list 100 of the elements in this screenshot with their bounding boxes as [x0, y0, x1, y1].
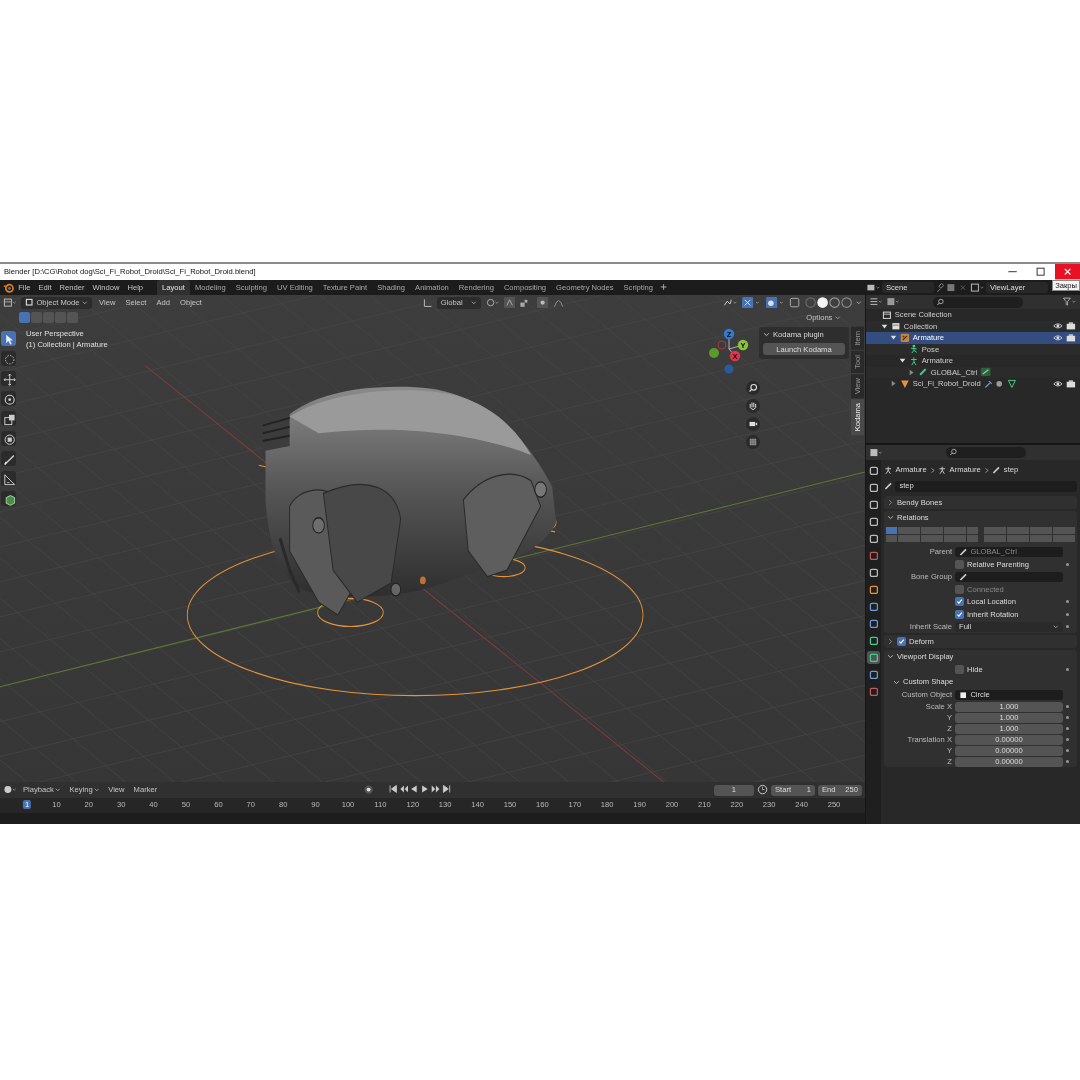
bone-layer-toggle[interactable] — [932, 527, 943, 534]
view-layer-icon[interactable] — [970, 281, 984, 294]
render-camera-icon[interactable] — [1066, 332, 1076, 343]
wrench-icon — [983, 378, 993, 389]
keyframe-dot[interactable] — [1066, 625, 1069, 629]
bone-layer-toggle[interactable] — [995, 534, 1006, 542]
jump-end-icon[interactable] — [441, 784, 452, 795]
editor-type-icon[interactable] — [869, 296, 883, 308]
object-field[interactable] — [955, 571, 1063, 582]
editor-type-icon[interactable] — [3, 296, 17, 309]
keyframe-dot[interactable] — [1066, 716, 1069, 719]
keyframe-dot[interactable] — [1066, 749, 1069, 752]
play-reverse-icon[interactable] — [409, 784, 420, 795]
snap-toggle-icon[interactable] — [504, 296, 516, 309]
editor-type-icon[interactable] — [869, 446, 883, 459]
caret-icon — [93, 787, 100, 793]
xray-toggle-icon[interactable] — [789, 296, 801, 309]
play-icon[interactable] — [420, 784, 430, 795]
search-field[interactable] — [946, 447, 1026, 458]
bone-layer-toggle[interactable] — [886, 527, 897, 534]
separator-icon — [983, 466, 990, 474]
bone-layer-toggle[interactable] — [1029, 534, 1041, 542]
bone-layer-toggle[interactable] — [920, 527, 932, 534]
keyframe-dot[interactable] — [1066, 612, 1069, 616]
bone-layer-toggle[interactable] — [886, 534, 897, 542]
bone-layer-toggle[interactable] — [983, 534, 995, 542]
keyframe-dot[interactable] — [1066, 727, 1069, 730]
checkbox[interactable] — [955, 664, 964, 674]
caret-icon — [856, 299, 862, 306]
eye-icon[interactable] — [1053, 332, 1064, 343]
proportional-edit-icon[interactable] — [537, 296, 549, 309]
render-camera-icon[interactable] — [1066, 321, 1076, 332]
bone-layer-toggle[interactable] — [943, 534, 955, 542]
expand-arrow-icon[interactable] — [890, 334, 897, 342]
bone-layer-toggle[interactable] — [1006, 527, 1018, 534]
preview-range-icon[interactable] — [756, 784, 768, 796]
bone-layer-toggle[interactable] — [897, 527, 909, 534]
field-type-icon — [959, 690, 968, 699]
keyframe-dot[interactable] — [1066, 600, 1069, 604]
bone-layer-toggle[interactable] — [995, 527, 1006, 534]
bone-layer-toggle[interactable] — [955, 534, 966, 542]
bone-layer-toggle[interactable] — [1041, 534, 1052, 542]
bone-layer-toggle[interactable] — [1018, 527, 1029, 534]
search-field[interactable] — [933, 296, 1023, 308]
pivot-icon[interactable] — [484, 296, 501, 309]
bone-icon — [918, 367, 928, 378]
bone-layer-toggle[interactable] — [897, 534, 909, 542]
material-icon — [995, 378, 1004, 389]
pose-icon — [909, 344, 919, 355]
close-button[interactable] — [1054, 264, 1080, 280]
keyframe-dot[interactable] — [1066, 760, 1069, 763]
prev-keyframe-icon[interactable] — [398, 784, 409, 795]
expand-arrow-icon[interactable] — [881, 322, 888, 330]
grid-icon[interactable] — [746, 435, 760, 449]
caret-icon — [54, 787, 61, 793]
bone-layer-toggle[interactable] — [966, 534, 978, 542]
bone-layer-toggle[interactable] — [943, 527, 955, 534]
bone-layer-toggle[interactable] — [920, 534, 932, 542]
overlay-toggle-icon[interactable] — [765, 296, 786, 309]
bone-layer-toggle[interactable] — [1052, 527, 1064, 534]
pan-hand-icon[interactable] — [746, 399, 760, 413]
display-mode-icon[interactable] — [886, 296, 900, 308]
new-scene-icon[interactable] — [946, 281, 957, 294]
field-type-icon — [959, 547, 968, 556]
bone-layer-toggle[interactable] — [932, 534, 943, 542]
record-icon[interactable] — [363, 784, 376, 796]
bone-layer-toggle[interactable] — [1018, 534, 1029, 542]
pin-icon[interactable] — [936, 281, 945, 294]
render-camera-icon[interactable] — [1066, 378, 1076, 389]
keyframe-dot[interactable] — [1066, 738, 1069, 741]
bone-layer-toggle[interactable] — [1006, 534, 1018, 542]
mesh-data-icon — [1006, 378, 1017, 389]
bone-layer-toggle[interactable] — [955, 527, 966, 534]
blender-logo-icon — [3, 281, 15, 294]
bone-layer-toggle[interactable] — [1064, 534, 1075, 542]
bone-layer-toggle[interactable] — [1029, 527, 1041, 534]
bone-layer-toggle[interactable] — [1041, 527, 1052, 534]
armature-data-icon — [909, 355, 919, 366]
keyframe-dot[interactable] — [1066, 705, 1069, 708]
jump-start-icon[interactable] — [387, 784, 398, 795]
keyframe-dot[interactable] — [1066, 562, 1069, 566]
next-keyframe-icon[interactable] — [431, 784, 441, 795]
expand-arrow-icon[interactable] — [899, 357, 906, 365]
collection-icon — [891, 321, 901, 332]
bone-layer-toggle[interactable] — [1052, 534, 1064, 542]
bone-layer-toggle[interactable] — [909, 527, 920, 534]
eye-icon[interactable] — [1053, 378, 1064, 389]
bone-layer-toggle[interactable] — [966, 527, 978, 534]
filter-icon[interactable] — [1061, 296, 1077, 308]
editor-type-icon[interactable] — [3, 784, 17, 796]
zoom-icon[interactable] — [746, 381, 760, 395]
camera-icon[interactable] — [746, 417, 760, 431]
bone-layer-toggle[interactable] — [909, 534, 920, 542]
keyframe-dot[interactable] — [1066, 667, 1069, 671]
caret-icon — [835, 314, 841, 321]
checkbox[interactable] — [955, 559, 964, 569]
bone-layer-toggle[interactable] — [1064, 527, 1075, 534]
gizmo-toggle-icon[interactable] — [742, 296, 762, 309]
eye-icon[interactable] — [1053, 321, 1064, 332]
bone-layer-toggle[interactable] — [983, 527, 995, 534]
